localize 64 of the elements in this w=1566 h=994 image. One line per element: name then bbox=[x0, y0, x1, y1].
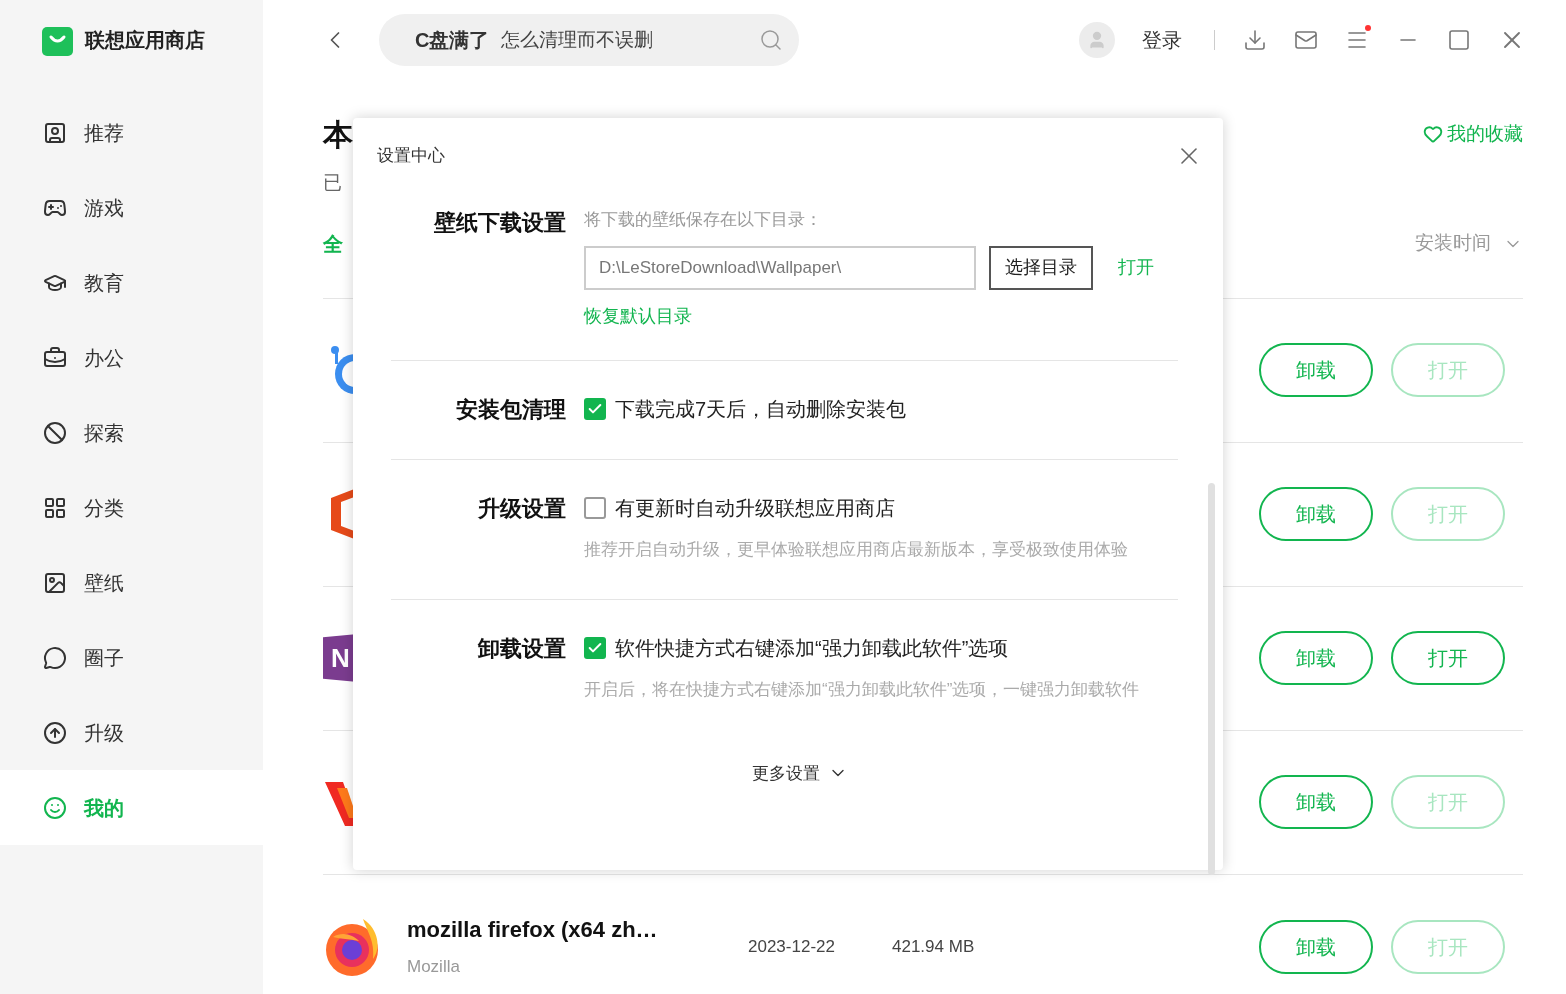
heart-icon bbox=[1423, 124, 1443, 144]
checkbox[interactable] bbox=[584, 637, 606, 659]
uninstall-button[interactable]: 卸载 bbox=[1259, 919, 1373, 974]
sidebar-item[interactable]: 推荐 bbox=[0, 95, 263, 170]
download-icon[interactable] bbox=[1243, 28, 1267, 52]
checkbox-label: 下载完成7天后，自动删除安装包 bbox=[615, 397, 907, 422]
dialog-title: 设置中心 bbox=[377, 145, 445, 168]
app-name: 联想应用商店 bbox=[85, 28, 205, 53]
uninstall-button[interactable]: 卸载 bbox=[1259, 343, 1373, 397]
briefcase-icon bbox=[43, 345, 67, 370]
filter-tab[interactable]: 全 bbox=[323, 228, 343, 259]
app-title: mozilla firefox (x64 zh… bbox=[407, 916, 659, 945]
sort-dropdown[interactable]: 安装时间 bbox=[1415, 229, 1523, 258]
search-field[interactable]: C盘满了 怎么清理而不误删 bbox=[379, 14, 799, 66]
sidebar-item[interactable]: 游戏 bbox=[0, 170, 263, 245]
reset-folder-link[interactable]: 恢复默认目录 bbox=[584, 302, 1154, 330]
sidebar-item[interactable]: 圈子 bbox=[0, 620, 263, 695]
scrollbar[interactable] bbox=[1208, 483, 1215, 875]
uninstall-button[interactable]: 卸载 bbox=[1259, 631, 1373, 685]
checkbox[interactable] bbox=[584, 497, 606, 519]
grid-icon bbox=[43, 495, 67, 520]
sidebar-item[interactable]: 办公 bbox=[0, 320, 263, 395]
section-description: 将下载的壁纸保存在以下目录： bbox=[584, 209, 823, 231]
open-folder-link[interactable]: 打开 bbox=[1118, 254, 1154, 281]
uninstall-button[interactable]: 卸载 bbox=[1259, 775, 1373, 829]
option-hint: 开启后，将在快捷方式右键添加“强力卸载此软件”选项，一键强力卸载软件 bbox=[584, 678, 1141, 701]
checkbox[interactable] bbox=[584, 398, 606, 420]
more-settings-link[interactable]: 更多设置 bbox=[751, 760, 848, 786]
path-field[interactable]: D:\LeStoreDownload\Wallpaper\ bbox=[584, 245, 976, 290]
search-keyword: C盘满了 bbox=[415, 28, 490, 53]
shopping-bag-logo-icon bbox=[42, 24, 73, 56]
mail-icon[interactable] bbox=[1294, 28, 1318, 52]
favorites-link[interactable]: 我的收藏 bbox=[1423, 119, 1523, 149]
choose-folder-button[interactable]: 选择目录 bbox=[989, 245, 1093, 290]
checkbox-label: 有更新时自动升级联想应用商店 bbox=[615, 496, 895, 521]
login-link[interactable]: 登录 bbox=[1142, 25, 1182, 55]
sidebar-item[interactable]: 教育 bbox=[0, 245, 263, 320]
open-button[interactable]: 打开 bbox=[1391, 631, 1505, 685]
section-label: 安装包清理 bbox=[455, 395, 567, 424]
sidebar-item[interactable]: 壁纸 bbox=[0, 545, 263, 620]
sidebar-item[interactable]: 探索 bbox=[0, 395, 263, 470]
smile-icon bbox=[43, 795, 67, 820]
chat-bubble-icon bbox=[43, 645, 67, 670]
app-publisher: Mozilla bbox=[407, 956, 461, 979]
section-label: 升级设置 bbox=[477, 494, 567, 523]
checkbox-label: 软件快捷方式右键添加“强力卸载此软件”选项 bbox=[615, 636, 1009, 661]
sidebar-item[interactable]: 升级 bbox=[0, 695, 263, 770]
section-label: 卸载设置 bbox=[477, 634, 567, 663]
arrow-up-circle-icon bbox=[43, 720, 67, 745]
avatar-icon[interactable] bbox=[1079, 22, 1115, 58]
sidebar-item[interactable]: 分类 bbox=[0, 470, 263, 545]
page-title: 本 bbox=[323, 116, 353, 153]
uninstall-button[interactable]: 卸载 bbox=[1259, 487, 1373, 541]
section-label: 壁纸下载设置 bbox=[433, 209, 567, 237]
install-date: 2023-12-22 bbox=[748, 935, 836, 958]
sidebar-item[interactable]: 我的 bbox=[0, 770, 263, 845]
search-query: 怎么清理而不误删 bbox=[501, 27, 655, 52]
image-icon bbox=[43, 570, 67, 595]
option-hint: 推荐开启自动升级，更早体验联想应用商店最新版本，享受极致使用体验 bbox=[584, 538, 1129, 561]
slashed-circle-icon bbox=[43, 420, 67, 445]
search-icon[interactable] bbox=[759, 28, 783, 52]
page-subtitle: 已 bbox=[323, 171, 342, 195]
maximize-icon[interactable] bbox=[1447, 28, 1471, 52]
app-size: 421.94 MB bbox=[892, 935, 975, 958]
